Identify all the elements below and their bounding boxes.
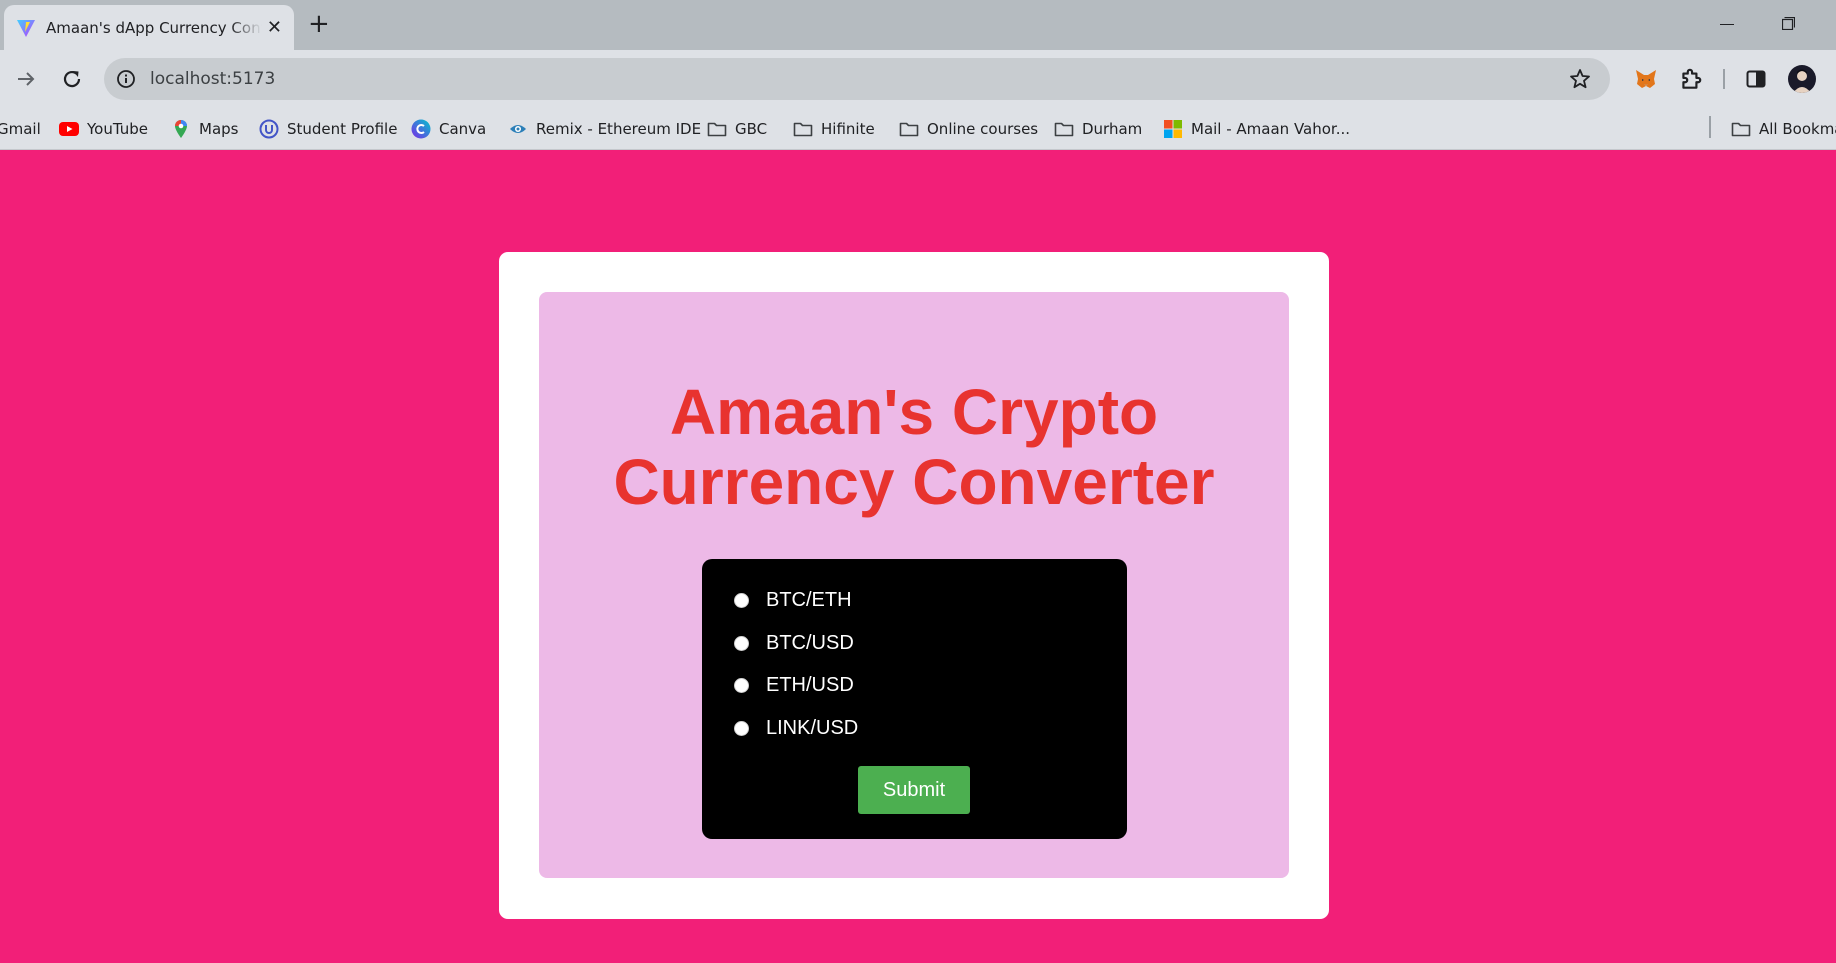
bookmark-label: Online courses bbox=[927, 120, 1039, 138]
folder-icon bbox=[1731, 122, 1751, 137]
new-tab-icon[interactable]: + bbox=[308, 11, 330, 37]
youtube-icon bbox=[59, 122, 79, 136]
conversion-form: BTC/ETH BTC/USD ETH/USD LINK/USD Submit bbox=[702, 559, 1127, 839]
minimize-icon[interactable] bbox=[1720, 24, 1734, 25]
bookmark-label: Hifinite bbox=[821, 120, 875, 138]
side-panel-icon[interactable] bbox=[1744, 67, 1768, 91]
bookmark-label: Durham bbox=[1082, 120, 1143, 138]
bookmark-mail[interactable]: Mail - Amaan Vahor... bbox=[1163, 116, 1350, 142]
bookmark-label: Remix - Ethereum IDE bbox=[536, 120, 702, 138]
converter-panel: Amaan's Crypto Currency Converter BTC/ET… bbox=[539, 292, 1289, 878]
bookmark-durham[interactable]: Durham bbox=[1054, 116, 1142, 142]
student-profile-icon bbox=[259, 119, 279, 139]
option-eth-usd[interactable]: ETH/USD bbox=[734, 671, 854, 699]
bookmarks-bar: Gmail YouTube Maps Student Profile Canva bbox=[0, 108, 1836, 150]
bookmark-hifinite[interactable]: Hifinite bbox=[793, 116, 875, 142]
bookmark-star-icon[interactable] bbox=[1568, 67, 1592, 91]
option-link-usd[interactable]: LINK/USD bbox=[734, 714, 858, 742]
folder-icon bbox=[1054, 122, 1074, 137]
extensions-puzzle-icon[interactable] bbox=[1678, 66, 1704, 92]
microsoft-icon bbox=[1164, 120, 1182, 138]
profile-avatar-icon bbox=[1793, 69, 1811, 93]
bookmark-remix[interactable]: Remix - Ethereum IDE bbox=[508, 116, 701, 142]
bookmark-label: Student Profile bbox=[287, 120, 398, 138]
all-bookmarks-label: All Bookmarks bbox=[1759, 120, 1836, 138]
reload-icon[interactable] bbox=[60, 67, 84, 91]
radio-eth-usd[interactable] bbox=[734, 677, 749, 693]
bookmark-label: Mail - Amaan Vahor... bbox=[1191, 120, 1351, 138]
address-bar[interactable]: localhost:5173 bbox=[104, 58, 1610, 100]
vite-favicon-icon bbox=[17, 19, 35, 37]
browser-tab[interactable]: Amaan's dApp Currency Converter ✕ bbox=[4, 5, 294, 50]
folder-icon bbox=[793, 122, 813, 137]
maps-icon bbox=[175, 120, 187, 138]
tab-title: Amaan's dApp Currency Converter bbox=[46, 18, 262, 37]
bookmark-youtube[interactable]: YouTube bbox=[59, 116, 148, 142]
toolbar-separator bbox=[1723, 69, 1725, 89]
bookmark-canva[interactable]: Canva bbox=[411, 116, 486, 142]
site-info-icon[interactable] bbox=[116, 69, 136, 89]
bookmark-maps[interactable]: Maps bbox=[171, 116, 238, 142]
outer-card: Amaan's Crypto Currency Converter BTC/ET… bbox=[499, 252, 1329, 919]
tab-strip: Amaan's dApp Currency Converter ✕ + bbox=[0, 0, 1836, 50]
option-btc-eth[interactable]: BTC/ETH bbox=[734, 586, 852, 614]
bookmark-label: YouTube bbox=[87, 120, 148, 138]
option-label: ETH/USD bbox=[766, 673, 854, 696]
all-bookmarks[interactable]: All Bookmarks bbox=[1731, 116, 1836, 142]
profile-avatar[interactable] bbox=[1788, 65, 1816, 93]
bookmark-online-courses[interactable]: Online courses bbox=[899, 116, 1038, 142]
browser-toolbar: localhost:5173 bbox=[0, 50, 1836, 108]
option-label: BTC/ETH bbox=[766, 588, 852, 611]
canva-icon bbox=[411, 119, 431, 139]
folder-icon bbox=[899, 122, 919, 137]
option-label: LINK/USD bbox=[766, 716, 859, 739]
radio-link-usd[interactable] bbox=[734, 720, 749, 736]
restore-window-icon[interactable] bbox=[1782, 17, 1795, 30]
bookmark-label: Canva bbox=[439, 120, 487, 138]
bookmark-gmail[interactable]: Gmail bbox=[0, 116, 41, 142]
bookmark-label: Maps bbox=[199, 120, 239, 138]
bookmarks-separator bbox=[1709, 116, 1711, 138]
bookmark-student-profile[interactable]: Student Profile bbox=[259, 116, 397, 142]
forward-arrow-icon[interactable] bbox=[14, 67, 38, 91]
option-label: BTC/USD bbox=[766, 631, 854, 654]
metamask-fox-icon[interactable] bbox=[1634, 67, 1658, 91]
radio-btc-eth[interactable] bbox=[734, 592, 749, 608]
radio-btc-usd[interactable] bbox=[734, 635, 749, 651]
url-text[interactable]: localhost:5173 bbox=[150, 69, 275, 89]
bookmark-label: GBC bbox=[735, 120, 768, 138]
remix-icon bbox=[510, 125, 526, 133]
tab-close-icon[interactable]: ✕ bbox=[267, 17, 282, 37]
submit-button[interactable]: Submit bbox=[858, 766, 970, 814]
option-btc-usd[interactable]: BTC/USD bbox=[734, 629, 854, 657]
folder-icon bbox=[707, 122, 727, 137]
bookmark-gbc[interactable]: GBC bbox=[707, 116, 767, 142]
page-title: Amaan's Crypto Currency Converter bbox=[613, 376, 1215, 518]
bookmark-label: Gmail bbox=[0, 120, 41, 138]
